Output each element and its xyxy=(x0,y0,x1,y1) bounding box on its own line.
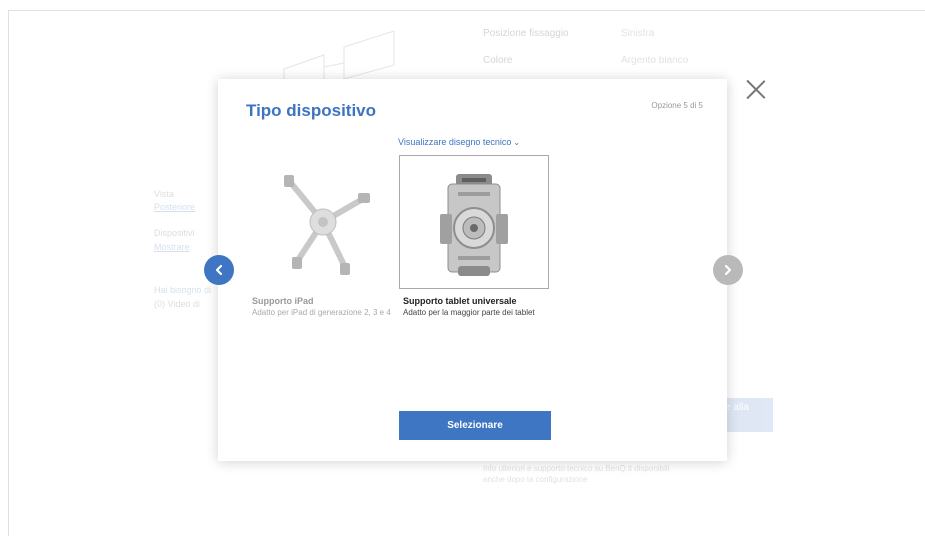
universal-tablet-mount-image xyxy=(399,155,549,289)
chevron-right-icon[interactable] xyxy=(713,255,743,285)
device-type-modal: Tipo dispositivo Opzione 5 di 5 Visualiz… xyxy=(218,79,727,461)
chevron-down-icon: ⌄ xyxy=(513,138,521,147)
chevron-left-icon[interactable] xyxy=(204,255,234,285)
modal-title: Tipo dispositivo xyxy=(246,101,377,120)
option-description: Adatto per la maggior parte dei tablet xyxy=(403,308,535,317)
close-icon[interactable] xyxy=(745,78,767,100)
select-button[interactable]: Selezionare xyxy=(399,411,551,440)
technical-drawing-label: Visualizzare disegno tecnico xyxy=(398,137,512,147)
option-counter: Opzione 5 di 5 xyxy=(651,101,703,110)
option-name: Supporto tablet universale xyxy=(403,296,517,306)
option-name: Supporto iPad xyxy=(252,296,314,306)
technical-drawing-link[interactable]: Visualizzare disegno tecnico ⌄ xyxy=(398,137,520,147)
option-description: Adatto per iPad di generazione 2, 3 e 4 xyxy=(252,308,391,317)
ipad-mount-image xyxy=(248,155,398,289)
